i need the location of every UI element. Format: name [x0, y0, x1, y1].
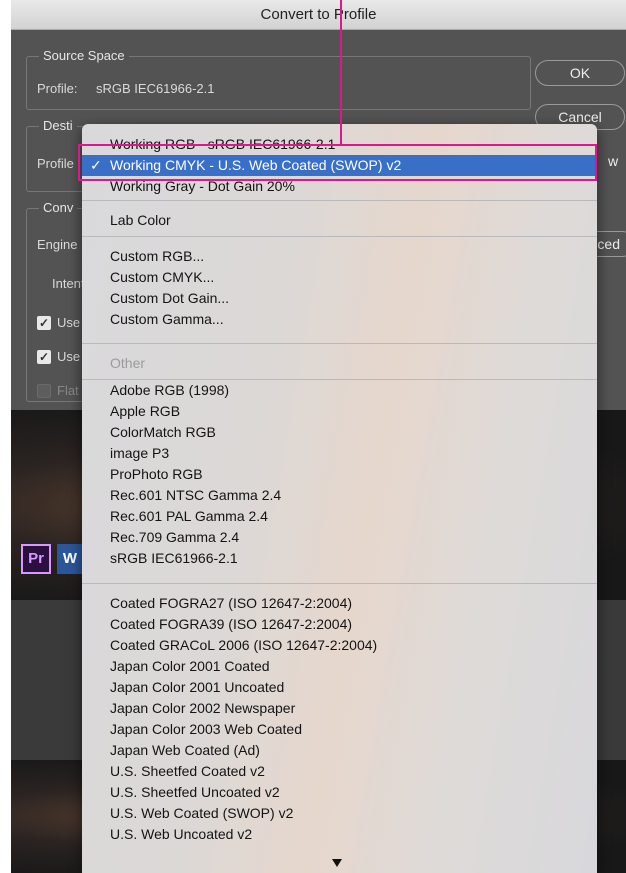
scroll-down-arrow-icon[interactable] [332, 859, 342, 867]
premiere-app-icon[interactable]: Pr [21, 544, 51, 574]
menu-item[interactable]: Custom CMYK... [82, 267, 597, 288]
menu-separator [82, 343, 597, 344]
use-dither-label: Use [57, 349, 81, 364]
menu-item[interactable]: Coated FOGRA39 (ISO 12647-2:2004) [82, 614, 597, 635]
menu-item[interactable]: Rec.601 PAL Gamma 2.4 [82, 506, 597, 527]
menu-item[interactable]: Rec.601 NTSC Gamma 2.4 [82, 485, 597, 506]
menu-item[interactable]: Japan Color 2001 Uncoated [82, 677, 597, 698]
preview-checkbox-fragment[interactable]: w [608, 153, 618, 169]
menu-separator [82, 236, 597, 237]
conversion-options-title: Conv [39, 200, 78, 216]
menu-item[interactable]: Japan Web Coated (Ad) [82, 740, 597, 761]
menu-item[interactable]: sRGB IEC61966-2.1 [82, 548, 597, 569]
menu-item[interactable]: ProPhoto RGB [82, 464, 597, 485]
word-app-icon[interactable]: W [57, 544, 83, 574]
menu-separator [82, 200, 597, 201]
source-space-group: Source Space Profile: sRGB IEC61966-2.1 [26, 48, 531, 110]
source-profile-value: sRGB IEC61966-2.1 [96, 81, 215, 96]
menu-item[interactable]: U.S. Sheetfed Uncoated v2 [82, 782, 597, 803]
engine-label: Engine [37, 237, 78, 252]
menu-item[interactable]: U.S. Sheetfed Coated v2 [82, 761, 597, 782]
menu-item[interactable]: U.S. Web Coated (SWOP) v2 [82, 803, 597, 824]
menu-item[interactable]: Apple RGB [82, 401, 597, 422]
menu-section-header: Other [110, 355, 146, 371]
destination-profile-label: Profile [37, 156, 74, 171]
menu-item[interactable]: Japan Color 2002 Newspaper [82, 698, 597, 719]
use-black-point-checkbox[interactable]: ✓ [37, 316, 51, 330]
menu-item[interactable]: Coated FOGRA27 (ISO 12647-2:2004) [82, 593, 597, 614]
destination-space-title: Desti [39, 118, 77, 134]
source-space-title: Source Space [39, 48, 129, 64]
menu-item[interactable]: Custom Gamma... [82, 309, 597, 330]
ok-button[interactable]: OK [535, 60, 625, 86]
menu-item[interactable]: Lab Color [82, 210, 597, 231]
menu-item[interactable]: Custom RGB... [82, 246, 597, 267]
menu-item[interactable]: image P3 [82, 443, 597, 464]
menu-item[interactable]: Adobe RGB (1998) [82, 380, 597, 401]
menu-item[interactable]: Japan Color 2001 Coated [82, 656, 597, 677]
dialog-title: Convert to Profile [11, 0, 626, 30]
annotation-line [340, 0, 342, 146]
menu-separator [82, 379, 597, 380]
menu-item[interactable]: ColorMatch RGB [82, 422, 597, 443]
menu-item[interactable]: Custom Dot Gain... [82, 288, 597, 309]
profile-dropdown-menu: Working RGB - sRGB IEC61966-2.1 ✓ Working … [82, 124, 597, 873]
menu-separator [82, 583, 597, 584]
menu-item[interactable]: Japan Color 2003 Web Coated [82, 719, 597, 740]
use-dither-checkbox[interactable]: ✓ [37, 350, 51, 364]
flatten-image-label: Flat [57, 383, 79, 398]
use-black-point-label: Use [57, 315, 81, 330]
intent-label: Intent [52, 276, 85, 291]
annotation-highlight-box [78, 144, 597, 181]
flatten-image-checkbox[interactable] [37, 384, 51, 398]
menu-item[interactable]: Coated GRACoL 2006 (ISO 12647-2:2004) [82, 635, 597, 656]
menu-item[interactable]: Rec.709 Gamma 2.4 [82, 527, 597, 548]
menu-item[interactable]: U.S. Web Uncoated v2 [82, 824, 597, 845]
source-profile-label: Profile: [37, 81, 78, 96]
